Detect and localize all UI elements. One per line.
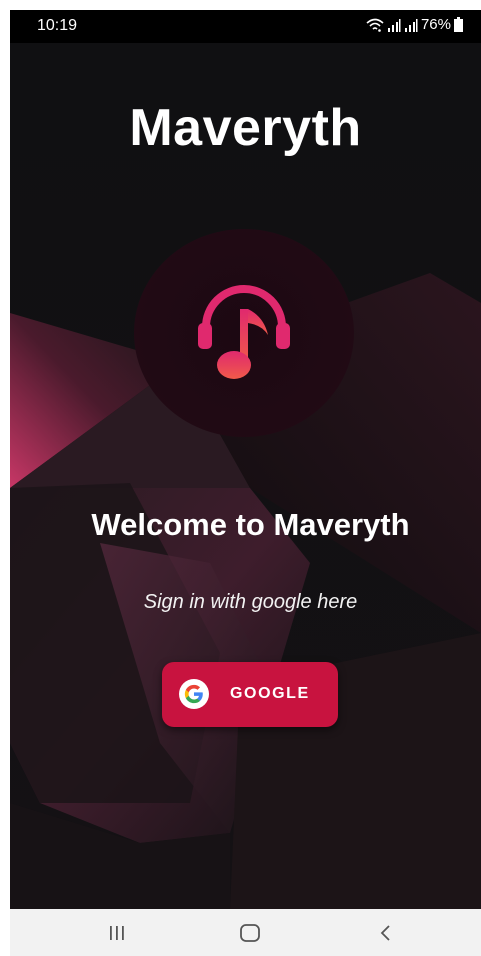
status-icons: 76% — [366, 16, 463, 33]
google-sign-in-button[interactable]: GOOGLE — [162, 662, 338, 727]
background-graphic — [10, 43, 481, 909]
google-icon — [179, 679, 209, 709]
wifi-icon — [366, 18, 384, 32]
back-icon — [380, 924, 390, 941]
signal-icon — [387, 18, 401, 32]
google-button-label: GOOGLE — [230, 685, 310, 702]
phone-screen: 10:19 76% Maveryth Welcome to Maveryth S… — [10, 10, 481, 956]
navigation-bar — [10, 909, 481, 956]
home-icon — [240, 923, 260, 942]
headphones-music-note-icon — [198, 285, 290, 379]
home-button[interactable] — [210, 909, 290, 956]
recents-button[interactable] — [77, 909, 157, 956]
battery-icon — [454, 17, 463, 32]
login-screen: Maveryth Welcome to Maveryth Sign in wit… — [10, 43, 481, 909]
signal-icon — [404, 18, 418, 32]
sign-in-subtitle: Sign in with google here — [143, 591, 358, 613]
welcome-heading: Welcome to Maveryth — [91, 507, 410, 542]
battery-percent: 76% — [420, 16, 451, 33]
app-logo — [134, 229, 354, 437]
back-button[interactable] — [346, 909, 426, 956]
recents-icon — [110, 925, 124, 940]
app-title: Maveryth — [129, 99, 362, 157]
status-time: 10:19 — [37, 17, 78, 34]
status-bar: 10:19 76% — [10, 10, 481, 43]
